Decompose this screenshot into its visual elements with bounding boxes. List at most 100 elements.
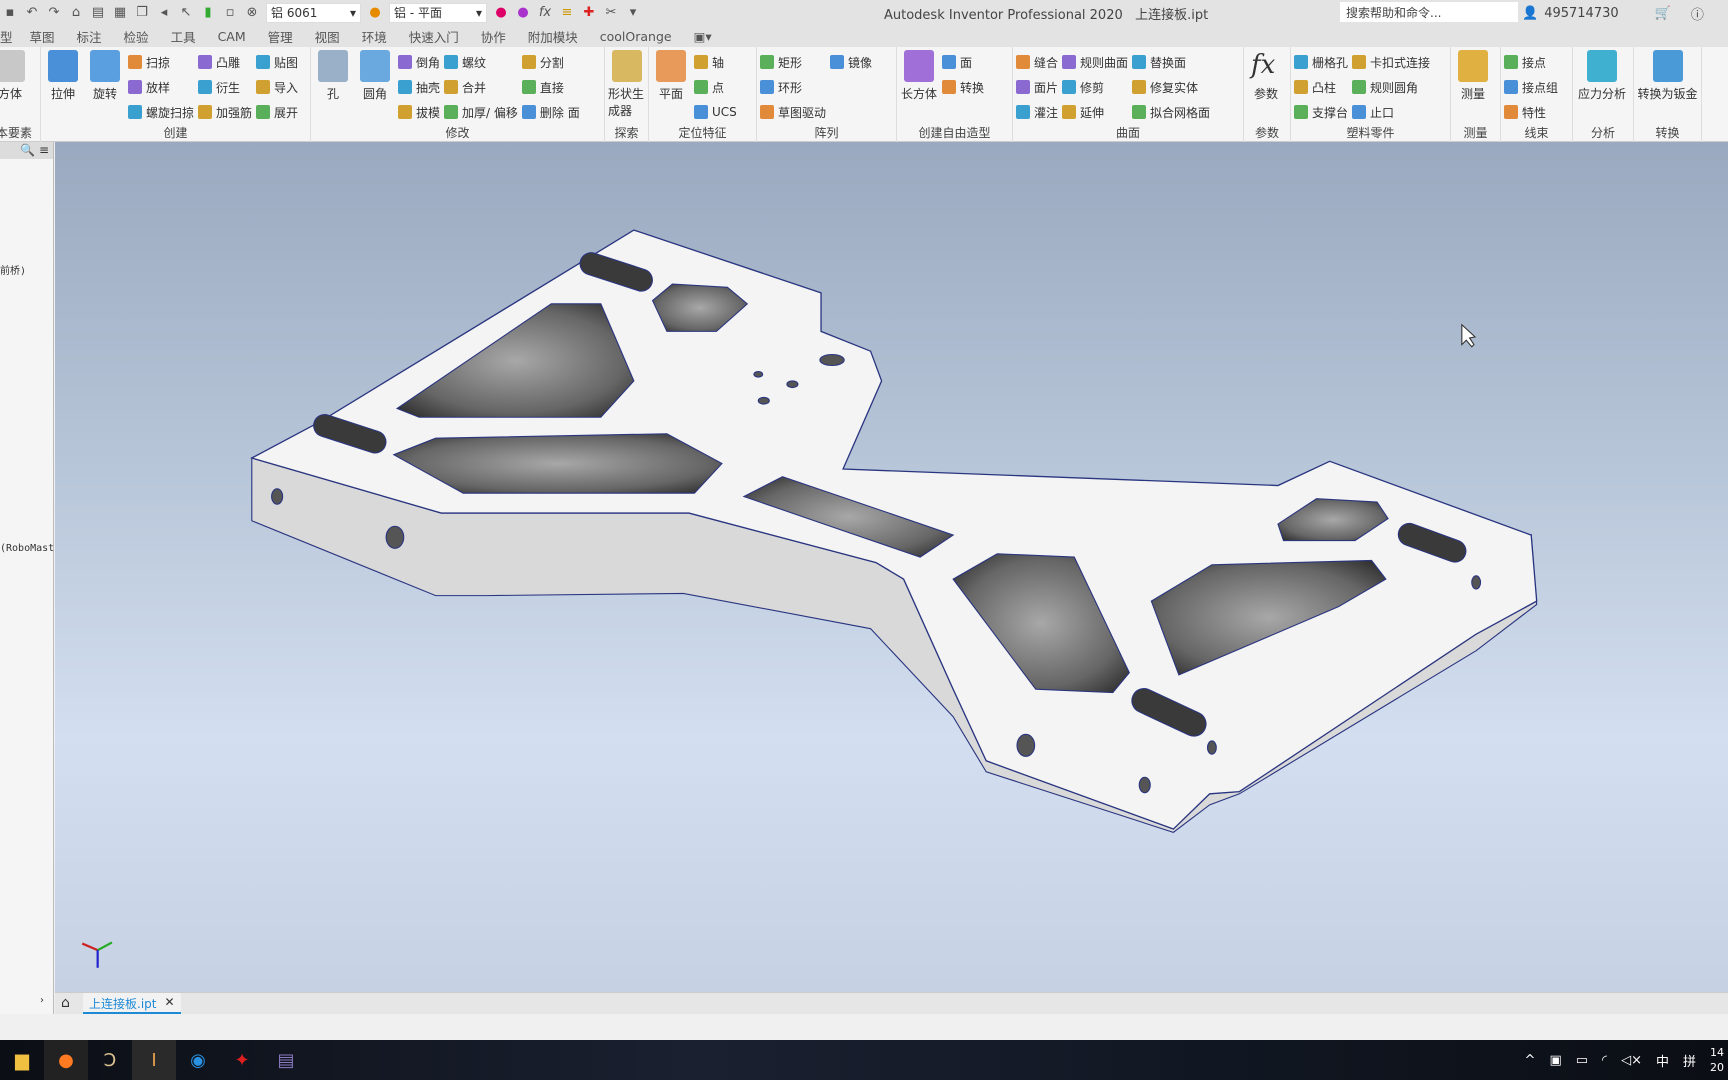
help-icon[interactable]: ⓘ [1691,4,1704,23]
purple-app-icon[interactable]: ▤ [264,1040,308,1080]
ribbon-button[interactable]: UCS [694,102,737,122]
back-icon[interactable]: ◂ [156,5,172,21]
ribbon-button[interactable]: 扫掠 [128,52,194,72]
ribbon-button[interactable]: 延伸 [1062,102,1128,122]
ribbon-button[interactable]: 直接 [521,77,580,97]
close-icon[interactable]: ✕ [164,995,174,1010]
clock[interactable]: 14202 [1710,1045,1724,1075]
ribbon-button[interactable]: 规则圆角 [1352,77,1430,97]
doc-tab-active[interactable]: 上连接板.ipt ✕ [83,993,181,1015]
ribbon-tab[interactable]: 管理 [257,27,304,46]
ribbon-button[interactable]: 拔模 [398,102,440,122]
clear-icon[interactable]: ● [515,5,531,21]
tools-icon[interactable]: ✂ [603,5,619,21]
ribbon-button[interactable]: 规则曲面 [1062,52,1128,72]
ribbon-tab[interactable]: 标注 [66,27,113,46]
ribbon-button[interactable]: 放样 [128,77,194,97]
appearance-icon[interactable]: ● [367,5,383,21]
search-icon[interactable]: 🔍 [20,142,35,159]
ribbon-button[interactable]: 支撑台 [1294,102,1348,122]
ribbon-button-large[interactable]: 测量 [1454,50,1492,125]
battery-icon[interactable]: ▭ [1576,1053,1588,1068]
ribbon-tab[interactable]: 型 [0,27,19,46]
user-account[interactable]: 👤 495714730 🛒 ⓘ [1522,4,1704,23]
home-tab-icon[interactable]: ⌂ [61,995,70,1011]
ribbon-button[interactable]: 特性 [1504,102,1558,122]
panel-label[interactable]: 创建自由造型 [897,125,1012,142]
home-icon[interactable]: ⌂ [68,5,84,21]
properties-icon[interactable]: ▦ [112,5,128,21]
volume-muted-icon[interactable]: ◁× [1621,1053,1642,1068]
print-icon[interactable]: ▤ [90,5,106,21]
redo-icon[interactable]: ↷ [46,5,62,21]
ribbon-button-large[interactable]: fx 参数 [1247,50,1285,125]
ribbon-tab[interactable]: 视图 [304,27,351,46]
copy-icon[interactable]: ❐ [134,5,150,21]
file-explorer-icon[interactable]: ▆ [0,1040,44,1080]
ribbon-button[interactable]: 灌注 [1016,102,1058,122]
panel-label[interactable]: 参数 [1244,125,1290,142]
ribbon-button[interactable]: 螺旋扫掠 [128,102,194,122]
ribbon-button[interactable]: 轴 [694,52,737,72]
ribbon-button[interactable]: 螺纹 [444,52,518,72]
ribbon-button[interactable]: 加强筋 [198,102,252,122]
ribbon-button[interactable]: 抽壳 [398,77,440,97]
ribbon-button[interactable]: 修剪 [1062,77,1128,97]
panel-label[interactable]: 线束 [1501,125,1572,142]
ribbon-tab[interactable]: 草图 [19,27,66,46]
ribbon-button[interactable]: 展开 [256,102,298,122]
lock-icon[interactable]: ▫ [222,5,238,21]
ribbon-button[interactable]: 拟合网格面 [1132,102,1210,122]
ribbon-button[interactable]: 倒角 [398,52,440,72]
panel-label[interactable]: 转换 [1634,125,1701,142]
ime-mode[interactable]: 拼 [1683,1051,1696,1070]
ribbon-button[interactable]: 导入 [256,77,298,97]
panel-label[interactable]: 定位特征 [649,125,756,142]
panel-label[interactable]: 探索 [605,125,648,142]
cart-icon[interactable]: 🛒 [1655,6,1671,21]
inventor-icon[interactable]: I [132,1040,176,1080]
browser-item[interactable]: 前桥) [0,262,26,277]
tray-expand-icon[interactable]: ^ [1525,1053,1536,1068]
measure-icon[interactable]: ≡ [559,5,575,21]
ribbon-button[interactable]: 面片 [1016,77,1058,97]
ribbon-button-large[interactable]: 长方体 [900,50,938,125]
ribbon-button[interactable]: 删除 面 [521,102,580,122]
sync-icon[interactable]: ▣ [1549,1053,1561,1068]
ribbon-button[interactable]: 修复实体 [1132,77,1210,97]
ribbon-tab[interactable]: 附加模块 [517,27,589,46]
adjust-icon[interactable]: ● [493,5,509,21]
app-icon[interactable]: Ↄ [88,1040,132,1080]
customize-icon[interactable]: ▾ [625,5,641,21]
ribbon-button-large[interactable]: 旋转 [86,50,124,125]
ribbon-button[interactable]: 卡扣式连接 [1352,52,1430,72]
panel-label[interactable]: 测量 [1451,125,1500,142]
ribbon-tab[interactable]: 工具 [160,27,207,46]
panel-label[interactable]: 塑料零件 [1291,125,1450,142]
fx-icon[interactable]: fx [537,5,553,21]
panel-label[interactable]: 创建 [41,125,310,142]
red-app-icon[interactable]: ✦ [220,1040,264,1080]
ribbon-button[interactable]: 贴图 [256,52,298,72]
ribbon-tab[interactable]: 检验 [113,27,160,46]
select-icon[interactable]: ↖ [178,5,194,21]
ribbon-button[interactable]: 凸柱 [1294,77,1348,97]
ribbon-tab[interactable]: coolOrange [589,29,683,44]
panel-label[interactable]: 分析 [1573,125,1633,142]
ribbon-button[interactable]: 点 [694,77,737,97]
undo-icon[interactable]: ↶ [24,5,40,21]
ribbon-button[interactable]: 替换面 [1132,52,1210,72]
material-icon[interactable]: ⊗ [244,5,260,21]
ribbon-button-large[interactable]: 孔 [314,50,352,125]
menu-icon[interactable]: ≡ [39,142,49,159]
browser-icon[interactable]: ◉ [176,1040,220,1080]
ribbon-button-large[interactable]: 圆角 [356,50,394,125]
ribbon-button[interactable]: 衍生 [198,77,252,97]
3d-viewport[interactable] [55,142,1728,992]
update-icon[interactable]: ▮ [200,5,216,21]
ribbon-button[interactable]: 接点 [1504,52,1558,72]
ribbon-button-large[interactable]: 转换为钣金 [1637,50,1698,125]
firefox-icon[interactable]: ● [44,1040,88,1080]
ribbon-button[interactable]: 加厚/ 偏移 [444,102,518,122]
ribbon-button-large[interactable]: 形状生成器 [608,50,645,125]
